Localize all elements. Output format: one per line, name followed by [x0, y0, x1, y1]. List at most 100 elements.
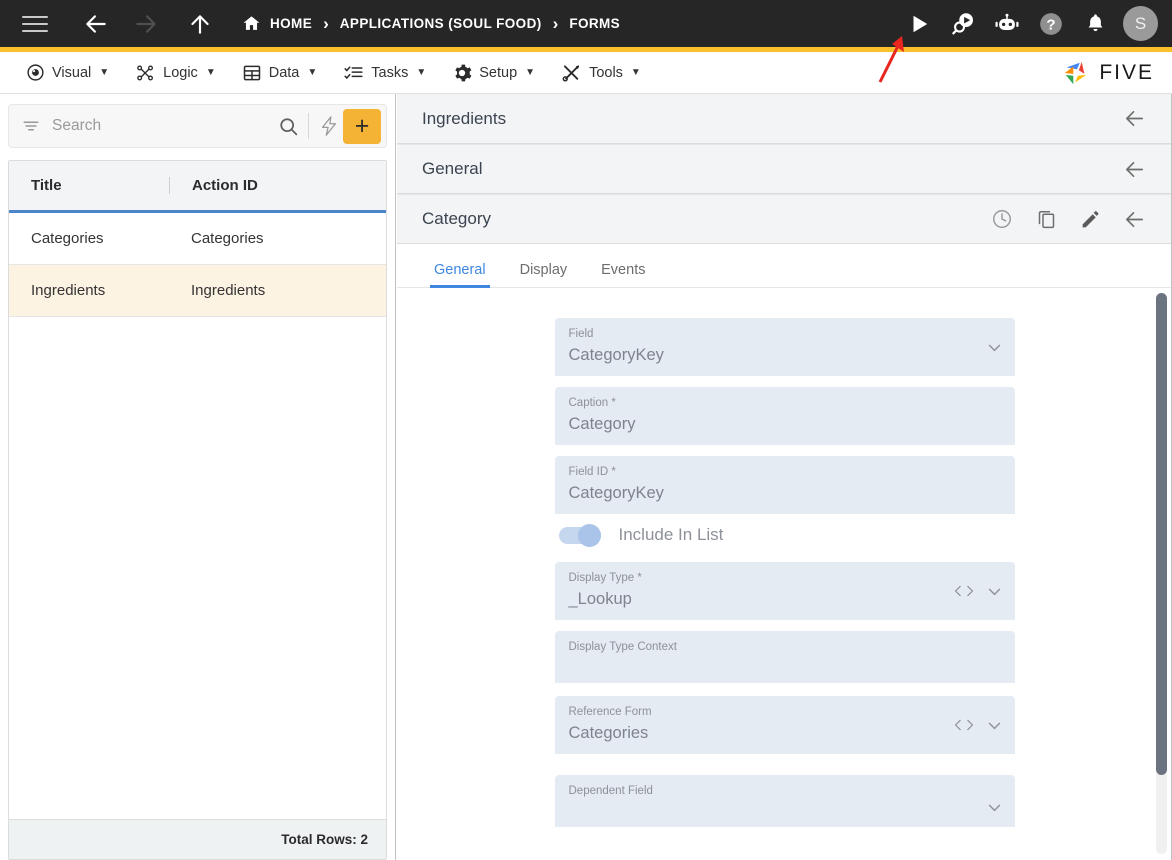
field-value: Categories — [568, 724, 649, 742]
menu-tools-label: Tools — [589, 64, 623, 81]
divider — [308, 113, 309, 139]
section-actions — [982, 199, 1154, 239]
table-row[interactable]: Categories Categories — [9, 213, 386, 265]
search-bar: + — [8, 104, 387, 148]
tab-general[interactable]: General — [422, 262, 498, 288]
menu-setup-label: Setup — [479, 64, 518, 81]
chevron-down-icon[interactable] — [986, 339, 1003, 356]
chevron-down-icon: ▼ — [525, 67, 536, 78]
include-in-list-row: Include In List — [558, 523, 1015, 547]
field-icons — [986, 775, 1003, 827]
field-label: Reference Form — [568, 706, 652, 718]
code-icon[interactable] — [954, 717, 974, 733]
topbar-actions: ? S — [897, 2, 1172, 46]
field-icons — [986, 318, 1003, 376]
section-actions — [1114, 149, 1154, 189]
cell-action-id: Ingredients — [191, 282, 266, 299]
code-icon[interactable] — [954, 583, 974, 599]
form-scrollbar[interactable] — [1156, 293, 1167, 854]
menu-visual-label: Visual — [52, 64, 92, 81]
edit-button[interactable] — [1070, 199, 1110, 239]
field-display-type-context[interactable]: Display Type Context — [554, 631, 1015, 683]
top-navigation-bar: HOME › APPLICATIONS (SOUL FOOD) › FORMS — [0, 0, 1172, 47]
arrow-left-icon — [86, 14, 106, 33]
add-form-button[interactable]: + — [343, 108, 381, 144]
chevron-down-icon: ▼ — [205, 67, 216, 78]
edit-pencil-icon — [1082, 210, 1098, 227]
toggle-knob — [577, 523, 601, 547]
menu-tasks[interactable]: Tasks ▼ — [330, 52, 439, 94]
search-chat-button[interactable] — [941, 2, 985, 46]
field-label: Field — [568, 328, 594, 340]
column-header-action-id[interactable]: Action ID — [169, 177, 386, 194]
field-field[interactable]: Field CategoryKey — [554, 318, 1015, 376]
breadcrumb-home[interactable]: HOME — [242, 14, 312, 33]
menu-tools[interactable]: Tools ▼ — [548, 52, 654, 94]
menu-data[interactable]: Data ▼ — [229, 52, 331, 94]
search-input[interactable] — [41, 117, 278, 135]
field-label: Display Type * — [568, 572, 642, 584]
history-button[interactable] — [982, 199, 1022, 239]
lightning-bolt-icon[interactable] — [318, 114, 340, 138]
search-icon[interactable] — [278, 116, 299, 137]
menu-logic[interactable]: Logic ▼ — [122, 52, 229, 94]
table-grid-icon — [243, 65, 260, 80]
five-logo: FIVE — [1062, 59, 1154, 87]
field-label: Caption * — [568, 397, 616, 409]
copy-icon — [1038, 210, 1054, 228]
cell-title: Ingredients — [31, 282, 106, 299]
field-value: CategoryKey — [568, 484, 664, 502]
include-in-list-toggle[interactable] — [558, 523, 601, 547]
cell-title: Categories — [31, 230, 104, 247]
chevron-down-icon: ▼ — [99, 67, 110, 78]
arrow-up-icon — [191, 14, 209, 34]
field-reference-form[interactable]: Reference Form Categories — [554, 696, 1015, 754]
avatar[interactable]: S — [1123, 6, 1158, 41]
chevron-down-icon: ▼ — [416, 67, 427, 78]
filter-icon[interactable] — [21, 117, 41, 135]
breadcrumb-label-forms[interactable]: FORMS — [569, 16, 620, 31]
field-caption[interactable]: Caption * Category — [554, 387, 1015, 445]
table-row[interactable]: Ingredients Ingredients — [9, 265, 386, 317]
forward-button[interactable] — [126, 4, 166, 44]
svg-text:?: ? — [1046, 16, 1055, 33]
assistant-button[interactable] — [985, 2, 1029, 46]
chevron-down-icon[interactable] — [986, 799, 1003, 816]
field-label: Dependent Field — [568, 785, 653, 797]
form-editor-panel: Ingredients General Category General Dis… — [397, 94, 1172, 860]
chevron-down-icon[interactable] — [986, 583, 1003, 600]
field-value: CategoryKey — [568, 346, 664, 364]
cell-action-id: Categories — [191, 230, 264, 247]
section-header-ingredients: Ingredients — [397, 94, 1172, 144]
chevron-down-icon[interactable] — [986, 717, 1003, 734]
up-button[interactable] — [180, 4, 220, 44]
tab-events[interactable]: Events — [589, 262, 657, 287]
breadcrumb-label-applications[interactable]: APPLICATIONS (SOUL FOOD) — [340, 16, 542, 31]
back-button[interactable] — [76, 4, 116, 44]
help-button[interactable]: ? — [1029, 2, 1073, 46]
duplicate-button[interactable] — [1026, 199, 1066, 239]
menu-visual[interactable]: Visual ▼ — [13, 52, 122, 94]
field-field-id[interactable]: Field ID * CategoryKey — [554, 456, 1015, 514]
breadcrumb-separator-1: › — [323, 13, 329, 33]
bell-icon — [1088, 14, 1102, 32]
scrollbar-thumb[interactable] — [1156, 293, 1167, 775]
history-clock-icon — [993, 210, 1011, 228]
hamburger-menu-icon[interactable] — [22, 15, 48, 33]
play-icon — [913, 15, 928, 32]
section-header-category: Category — [397, 194, 1172, 244]
column-header-title[interactable]: Title — [9, 177, 169, 194]
checklist-icon — [344, 65, 363, 79]
close-section-ingredients-button[interactable] — [1114, 99, 1154, 139]
field-value: Category — [568, 415, 636, 433]
tab-display[interactable]: Display — [508, 262, 580, 287]
menu-tasks-label: Tasks — [371, 64, 409, 81]
close-section-category-button[interactable] — [1114, 199, 1154, 239]
notifications-button[interactable] — [1073, 2, 1117, 46]
form-column: Field CategoryKey Caption * Category Fie… — [554, 318, 1015, 827]
run-button[interactable] — [897, 2, 941, 46]
menu-setup[interactable]: Setup ▼ — [439, 52, 548, 94]
field-dependent-field[interactable]: Dependent Field — [554, 775, 1015, 827]
close-section-general-button[interactable] — [1114, 149, 1154, 189]
field-display-type[interactable]: Display Type * _Lookup — [554, 562, 1015, 620]
